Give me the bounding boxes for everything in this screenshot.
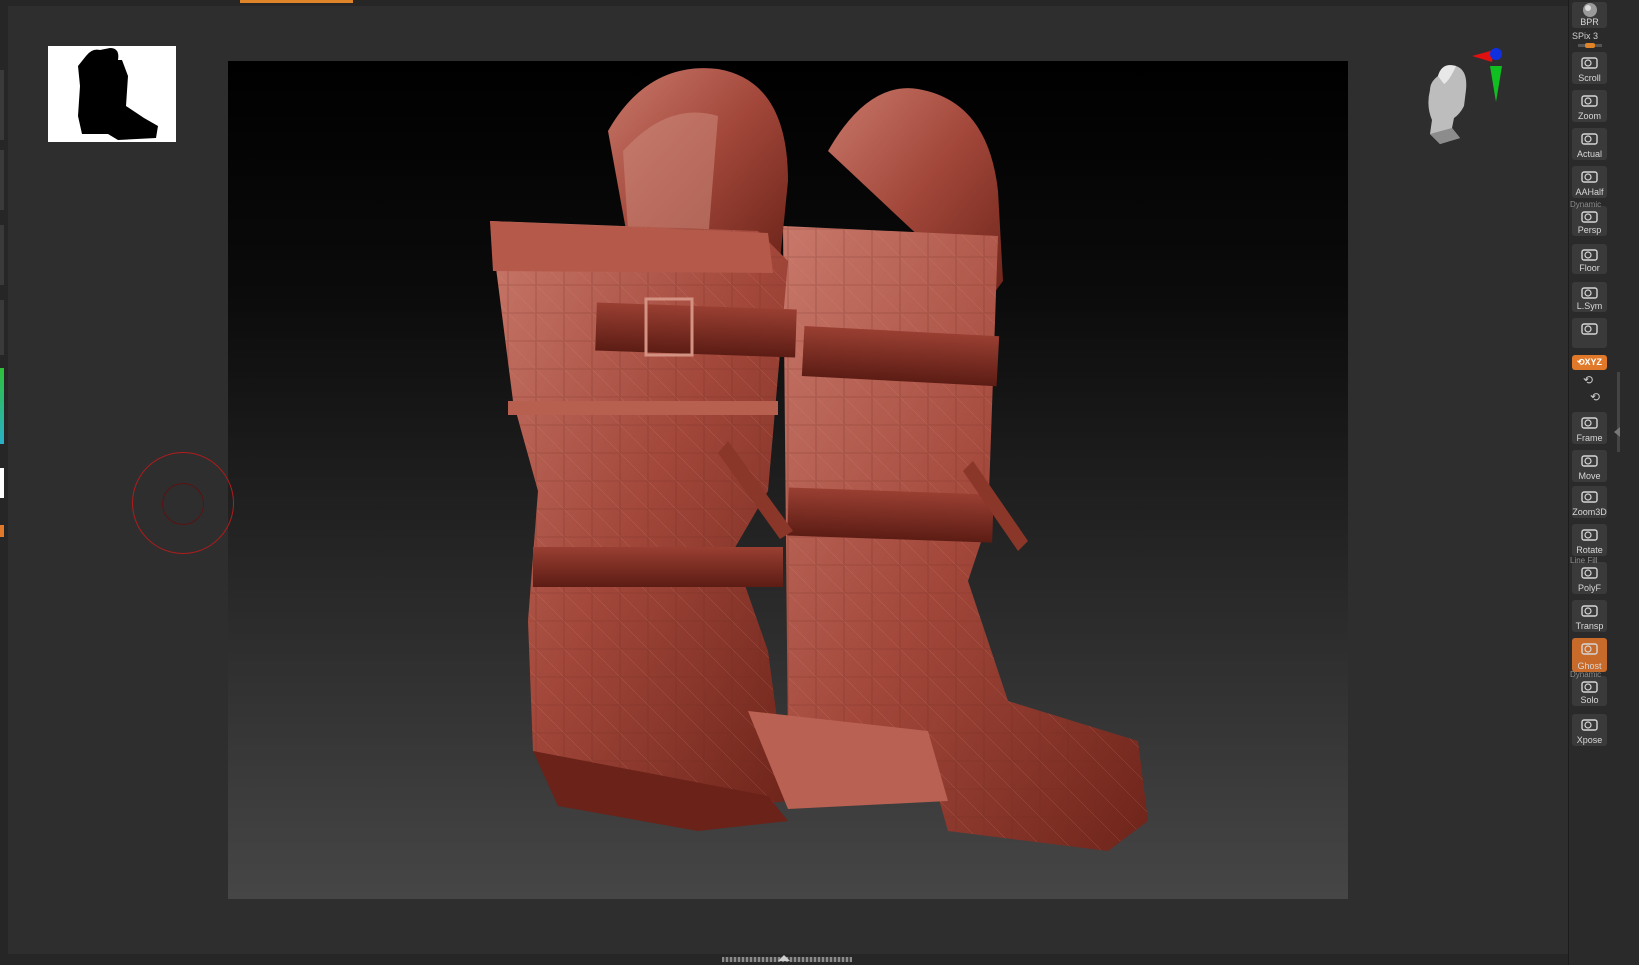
boots-silhouette-icon [78,48,158,140]
xpose-icon [1581,719,1598,731]
expand-up-icon[interactable] [778,955,790,961]
shelf-item-label: AAHalf [1575,187,1604,197]
aahalf-button[interactable]: AAHalf [1572,166,1607,198]
collapse-shelf-icon[interactable] [1614,427,1620,437]
left-tray-slot[interactable] [0,150,4,210]
left-tray-slot[interactable] [0,225,4,285]
head-orientation-icon[interactable] [1420,40,1520,180]
sphere-render-icon [1583,3,1597,17]
solo-icon [1581,681,1598,693]
rotate-icon [1581,529,1598,541]
frame-icon [1581,417,1598,429]
shelf-scrollbar[interactable] [1617,372,1620,452]
shelf-item-label: Persp [1577,225,1602,235]
shelf-item-label: Solo [1580,695,1599,705]
shelf-item-label: PolyF [1577,583,1601,593]
shelf-item-label: Actual [1576,149,1602,159]
move-icon [1581,455,1598,467]
zoom-icon [1581,95,1598,107]
xpose-button[interactable]: Xpose [1572,714,1607,746]
shelf-item-label: L.Sym [1576,301,1603,311]
shelf-item-label: Zoom3D [1572,507,1607,517]
lock-camera-button[interactable] [1572,318,1607,348]
shelf-item-label: Move [1578,471,1601,481]
persp-button[interactable]: Persp [1572,206,1607,236]
perspective-icon [1581,211,1598,223]
zoom3d-icon [1581,491,1598,503]
z-axis-icon [1490,48,1502,60]
zoom-actual-icon [1581,133,1598,145]
transparency-icon [1581,605,1598,617]
rotate-z-icon[interactable]: ⟲ [1590,390,1600,404]
shelf-item-caption: Line Fill [1570,556,1598,565]
rotate-button[interactable]: Rotate [1572,524,1607,556]
hand-scroll-icon [1581,57,1598,69]
color-picker-strip[interactable] [0,368,4,444]
3d-viewport[interactable] [228,61,1348,899]
floor-button[interactable]: Floor [1572,244,1607,274]
zoom-button[interactable]: Zoom [1572,90,1607,122]
main-color-swatch[interactable] [0,468,4,498]
shelf-item-label: Scroll [1578,73,1601,83]
floor-grid-icon [1581,249,1598,261]
shelf-item-label: Frame [1576,433,1603,443]
bpr-label: BPR [1580,17,1599,27]
spix-label: SPix 3 [1572,31,1599,41]
secondary-color-swatch[interactable] [0,525,4,537]
ghost-button[interactable]: Ghost [1572,638,1607,672]
boots-model[interactable] [228,61,1348,899]
shelf-item-label: Transp [1575,621,1604,631]
polyframe-icon [1581,567,1598,579]
y-axis-icon [1490,66,1502,102]
rotate-y-icon[interactable]: ⟲ [1583,373,1593,387]
left-tray-slot[interactable] [0,300,4,355]
scroll-button[interactable]: Scroll [1572,52,1607,84]
zbrush-window: BPR SPix 3 ⟲XYZ ⟲ ⟲ Scroll Zoom Actual AAHa… [0,0,1639,965]
shelf-item-caption: Dynamic [1570,670,1602,679]
actual-button[interactable]: Actual [1572,128,1607,160]
xyz-rotate-button[interactable]: ⟲XYZ [1572,355,1607,370]
lock-camera-icon [1581,323,1598,335]
left-tray-slot[interactable] [0,70,4,140]
left-tray [0,0,8,965]
transp-button[interactable]: Transp [1572,600,1607,632]
shelf-item-label: Floor [1579,263,1600,273]
solo-button[interactable]: Solo [1572,676,1607,706]
spix-slider-thumb[interactable] [1585,43,1595,48]
shelf-item-caption: Dynamic [1570,200,1602,209]
move-button[interactable]: Move [1572,450,1607,482]
navigation-thumbnail[interactable] [48,46,176,142]
l-sym-button[interactable]: L.Sym [1572,282,1607,312]
navigation-gizmo[interactable] [1420,40,1520,180]
shelf-item-label: Xpose [1576,735,1603,745]
shelf-item-label: Zoom [1577,111,1601,121]
brush-focal-icon [162,483,204,525]
local-symmetry-icon [1581,287,1598,299]
polyf-button[interactable]: PolyF [1572,562,1607,594]
shelf-item-label: Rotate [1576,545,1603,555]
zoom3d-button[interactable]: Zoom3D [1572,486,1607,518]
frame-button[interactable]: Frame [1572,412,1607,444]
zoom-aahalf-icon [1581,171,1598,183]
active-tab-indicator[interactable] [240,0,353,3]
bpr-button[interactable]: BPR [1572,2,1607,28]
ghost-icon [1581,643,1598,655]
